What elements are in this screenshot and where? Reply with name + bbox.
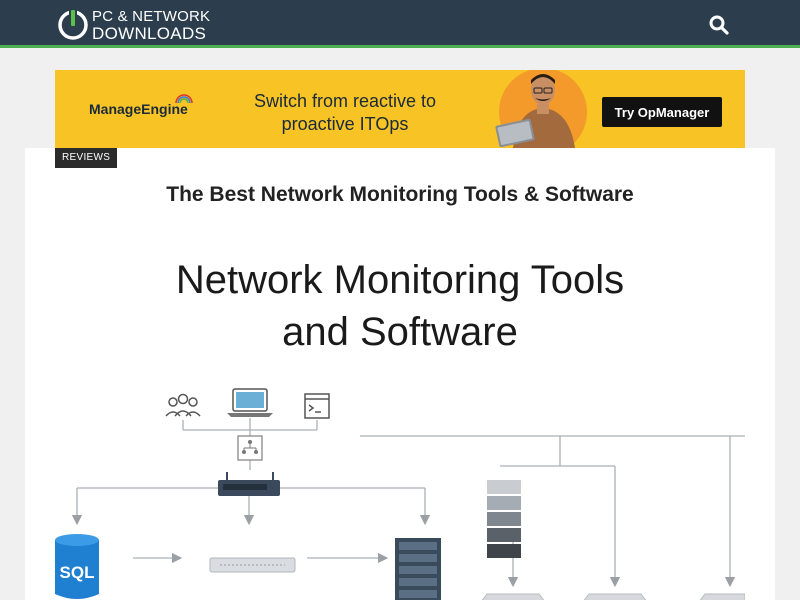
article-title[interactable]: The Best Network Monitoring Tools & Soft…	[55, 183, 745, 207]
ad-banner[interactable]: ManageEngine Switch from reactive to pro…	[55, 70, 745, 148]
power-icon	[58, 8, 88, 40]
storage-stack-icon	[487, 480, 521, 558]
ad-cta-button[interactable]: Try OpManager	[602, 97, 722, 127]
hub-icon	[237, 435, 263, 461]
ad-tagline: Switch from reactive to proactive ITOps	[215, 90, 475, 136]
logo-text: PC & NETWORK DOWNLOADS	[92, 8, 210, 42]
server-appliance-icon	[209, 557, 296, 573]
rack-server-icon	[395, 538, 441, 600]
search-icon	[709, 15, 729, 35]
ad-brand: ManageEngine	[89, 101, 188, 117]
laptop-icon	[227, 388, 273, 417]
ad-tagline-line-2: proactive ITOps	[281, 114, 409, 134]
users-icon	[165, 393, 201, 417]
search-button[interactable]	[706, 12, 732, 38]
ad-person-image	[495, 70, 587, 148]
site-logo[interactable]: PC & NETWORK DOWNLOADS	[56, 6, 210, 44]
brand-arc-icon	[175, 94, 193, 104]
ad-tagline-line-1: Switch from reactive to	[253, 91, 437, 111]
logo-line-2: DOWNLOADS	[92, 24, 207, 43]
terminal-icon	[304, 393, 330, 419]
logo-line-1: PC & NETWORK	[92, 8, 211, 25]
category-badge[interactable]: REVIEWS	[55, 148, 118, 168]
network-diagram: SQL	[55, 388, 745, 600]
switch-icon	[218, 472, 280, 496]
hero-image: Network Monitoring Tools and Software SQ…	[55, 222, 745, 600]
database-icon: SQL	[55, 534, 99, 599]
site-header: PC & NETWORK DOWNLOADS	[0, 0, 800, 48]
database-label: SQL	[60, 563, 95, 582]
